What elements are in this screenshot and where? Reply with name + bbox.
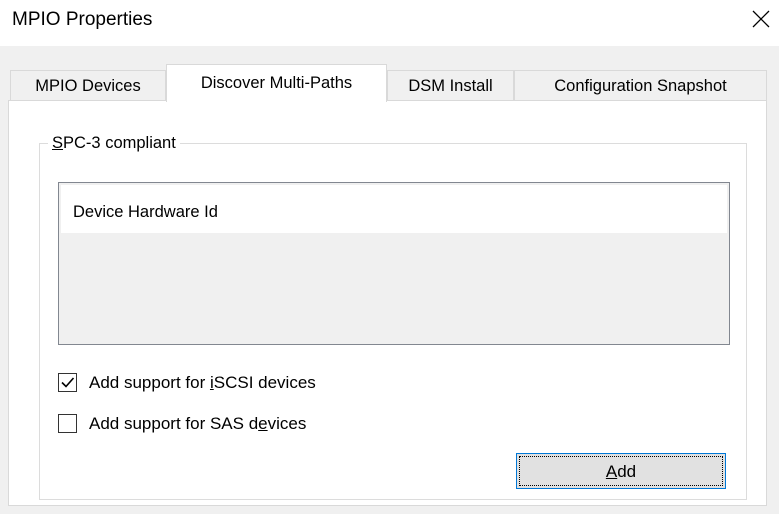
- mnemonic-letter: e: [258, 414, 268, 433]
- iscsi-support-label: Add support for iSCSI devices: [89, 371, 316, 395]
- tab-label: Configuration Snapshot: [554, 77, 727, 95]
- legend-text: PC-3 compliant: [63, 134, 176, 152]
- mnemonic-letter: S: [52, 134, 64, 152]
- focus-rectangle: Add: [519, 456, 723, 486]
- list-item[interactable]: Device Hardware Id: [61, 185, 727, 233]
- list-item-label: Device Hardware Id: [73, 203, 218, 221]
- label-text: SCSI devices: [213, 373, 316, 392]
- sas-support-checkbox-row[interactable]: Add support for SAS devices: [58, 412, 368, 436]
- tab-label: MPIO Devices: [35, 77, 141, 95]
- tab-dsm-install[interactable]: DSM Install: [387, 70, 514, 100]
- iscsi-support-checkbox-row[interactable]: Add support for iSCSI devices: [58, 371, 388, 395]
- tab-label: Discover Multi-Paths: [200, 74, 353, 92]
- add-button[interactable]: Add: [516, 453, 726, 489]
- close-button[interactable]: [743, 2, 779, 38]
- close-icon: [752, 10, 770, 28]
- device-hardware-id-list[interactable]: Device Hardware Id: [58, 182, 730, 345]
- mnemonic-letter: A: [605, 462, 618, 481]
- tab-label: DSM Install: [408, 77, 493, 95]
- sas-support-label: Add support for SAS devices: [89, 412, 306, 436]
- checkmark-icon: [61, 377, 75, 388]
- tab-configuration-snapshot[interactable]: Configuration Snapshot: [514, 70, 767, 100]
- tab-discover-multi-paths[interactable]: Discover Multi-Paths: [166, 64, 387, 102]
- button-label: dd: [617, 462, 637, 481]
- tab-mpio-devices[interactable]: MPIO Devices: [10, 70, 166, 100]
- label-text: Add support for SAS d: [89, 414, 259, 433]
- groupbox-legend: SPC-3 compliant: [48, 132, 180, 154]
- iscsi-support-checkbox[interactable]: [58, 373, 77, 392]
- label-text: vices: [267, 414, 307, 433]
- label-text: Add support for: [89, 373, 210, 392]
- sas-support-checkbox[interactable]: [58, 414, 77, 433]
- window-title: MPIO Properties: [12, 9, 153, 30]
- title-bar: MPIO Properties: [0, 0, 779, 46]
